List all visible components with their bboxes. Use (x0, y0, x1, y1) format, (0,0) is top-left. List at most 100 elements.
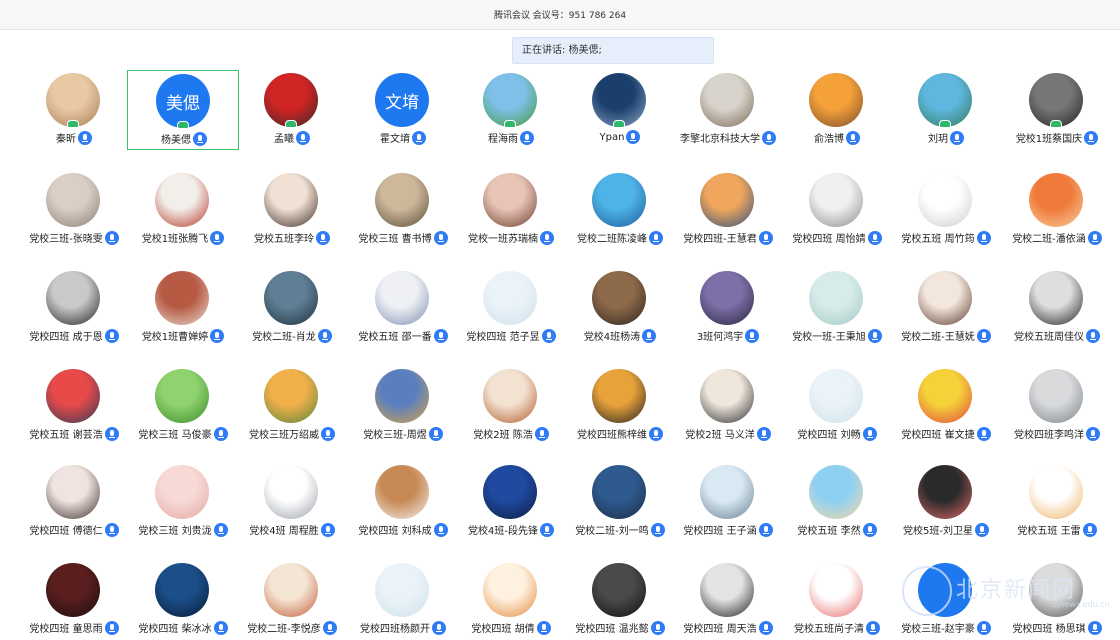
avatar[interactable] (264, 465, 318, 519)
avatar[interactable] (1029, 173, 1083, 227)
participant-tile[interactable]: 党校四班 范子昱 (455, 268, 567, 348)
participant-tile[interactable]: 孟曦 (236, 70, 348, 150)
avatar[interactable] (918, 73, 972, 127)
avatar[interactable] (809, 369, 863, 423)
avatar[interactable] (592, 271, 646, 325)
avatar[interactable] (1029, 73, 1083, 127)
participant-tile[interactable]: 党校五班 周竹筠 (890, 170, 1002, 250)
participant-tile[interactable]: 党校5班-刘卫星 (890, 462, 1002, 542)
avatar[interactable] (918, 271, 972, 325)
participant-tile[interactable]: 党校一班-王秉旭 (781, 268, 893, 348)
participant-tile[interactable]: 党校一班苏瑞楠 (455, 170, 567, 250)
avatar[interactable] (46, 173, 100, 227)
participant-tile[interactable]: 党校五班 邵一番 (347, 268, 459, 348)
avatar[interactable] (809, 173, 863, 227)
avatar[interactable] (264, 563, 318, 617)
avatar[interactable] (1029, 369, 1083, 423)
participant-tile[interactable]: 党校四班 傅德仁 (18, 462, 130, 542)
participant-tile[interactable]: 党校4班 周程胜 (236, 462, 348, 542)
avatar[interactable] (483, 563, 537, 617)
avatar[interactable] (700, 173, 754, 227)
participant-tile[interactable]: 党校2班 陈浩 (455, 366, 567, 446)
avatar[interactable] (155, 563, 209, 617)
avatar[interactable] (375, 271, 429, 325)
avatar[interactable] (809, 563, 863, 617)
participant-tile[interactable]: 党校四班 周怡婧 (781, 170, 893, 250)
participant-tile[interactable]: 党校1班蔡国庆 (1001, 70, 1113, 150)
avatar[interactable] (375, 465, 429, 519)
participant-tile[interactable]: 党校三班-周煜 (347, 366, 459, 446)
avatar[interactable]: 文堉 (375, 73, 429, 127)
avatar[interactable] (592, 369, 646, 423)
avatar[interactable] (592, 73, 646, 127)
participant-tile[interactable]: 党校五班 李然 (781, 462, 893, 542)
avatar[interactable] (483, 369, 537, 423)
participant-tile[interactable]: 党校四班 周天浩 (672, 560, 784, 640)
avatar[interactable] (592, 173, 646, 227)
avatar[interactable] (483, 173, 537, 227)
participant-tile[interactable]: 党校四班 温兆懿 (564, 560, 676, 640)
participant-tile[interactable]: 党校五班李玲 (236, 170, 348, 250)
participant-tile[interactable]: 党校二班-刘一鸣 (564, 462, 676, 542)
participant-tile[interactable]: 党校二班-李悦彦 (236, 560, 348, 640)
avatar[interactable] (375, 173, 429, 227)
participant-tile[interactable]: 党校四班 崔文捷 (890, 366, 1002, 446)
avatar[interactable] (46, 563, 100, 617)
participant-tile[interactable]: 党校四班李鸣洋 (1001, 366, 1113, 446)
avatar[interactable] (918, 173, 972, 227)
participant-tile[interactable]: 党校四班 刘畅 (781, 366, 893, 446)
participant-tile[interactable]: 党校四班熊梓维 (564, 366, 676, 446)
avatar[interactable] (700, 73, 754, 127)
avatar[interactable] (809, 73, 863, 127)
avatar[interactable] (264, 173, 318, 227)
avatar[interactable] (1029, 465, 1083, 519)
participant-tile[interactable]: 秦昕 (18, 70, 130, 150)
participant-tile[interactable]: 党校二班-王慧妩 (890, 268, 1002, 348)
avatar[interactable] (1029, 271, 1083, 325)
avatar[interactable]: 美偲 (156, 74, 210, 128)
participant-tile[interactable]: Ypan (564, 70, 676, 150)
avatar[interactable] (46, 369, 100, 423)
participant-tile[interactable]: 党校四班 成于恩 (18, 268, 130, 348)
participant-tile[interactable]: 李擎北京科技大学 (672, 70, 784, 150)
participant-tile[interactable]: 党校三班 曹书博 (347, 170, 459, 250)
avatar[interactable] (700, 563, 754, 617)
participant-tile[interactable]: 党校4班杨涛 (564, 268, 676, 348)
avatar[interactable] (375, 563, 429, 617)
participant-tile[interactable]: 党校二班陈凌峰 (564, 170, 676, 250)
participant-tile[interactable]: 党校五班 王雷 (1001, 462, 1113, 542)
avatar[interactable] (918, 369, 972, 423)
avatar[interactable] (155, 271, 209, 325)
avatar[interactable] (264, 369, 318, 423)
avatar[interactable] (155, 465, 209, 519)
avatar[interactable] (809, 271, 863, 325)
participant-tile[interactable]: 党校1班张腾飞 (127, 170, 239, 250)
avatar[interactable] (592, 563, 646, 617)
participant-tile[interactable]: 党校五班周佳仪 (1001, 268, 1113, 348)
participant-tile[interactable]: 程海雨 (455, 70, 567, 150)
avatar[interactable] (155, 369, 209, 423)
avatar[interactable] (264, 271, 318, 325)
avatar[interactable] (918, 465, 972, 519)
participant-tile[interactable]: 党校三班-张晓雯 (18, 170, 130, 250)
participant-tile[interactable]: 党校4班-段先锋 (455, 462, 567, 542)
participant-tile[interactable]: 党校五班尚子清 (781, 560, 893, 640)
participant-tile[interactable]: 党校2班 马义洋 (672, 366, 784, 446)
avatar[interactable] (700, 465, 754, 519)
participant-tile[interactable]: 文堉 霍文堉 (347, 70, 459, 150)
avatar[interactable] (483, 465, 537, 519)
participant-tile[interactable]: 党校四班 刘科成 (347, 462, 459, 542)
participant-tile[interactable]: 党校四班 王子涵 (672, 462, 784, 542)
avatar[interactable] (700, 271, 754, 325)
participant-tile[interactable]: 党校四班 柴冰冰 (127, 560, 239, 640)
participant-tile[interactable]: 党校五班 谢芸浩 (18, 366, 130, 446)
avatar[interactable] (155, 173, 209, 227)
avatar[interactable] (809, 465, 863, 519)
avatar[interactable] (592, 465, 646, 519)
participant-tile[interactable]: 党校四班 胡倩 (455, 560, 567, 640)
participant-tile[interactable]: 刘玥 (890, 70, 1002, 150)
participant-tile[interactable]: 俞浩博 (781, 70, 893, 150)
participant-tile[interactable]: 党校二班-肖龙 (236, 268, 348, 348)
avatar[interactable] (46, 271, 100, 325)
participant-tile[interactable]: 党校四班-王慧君 (672, 170, 784, 250)
